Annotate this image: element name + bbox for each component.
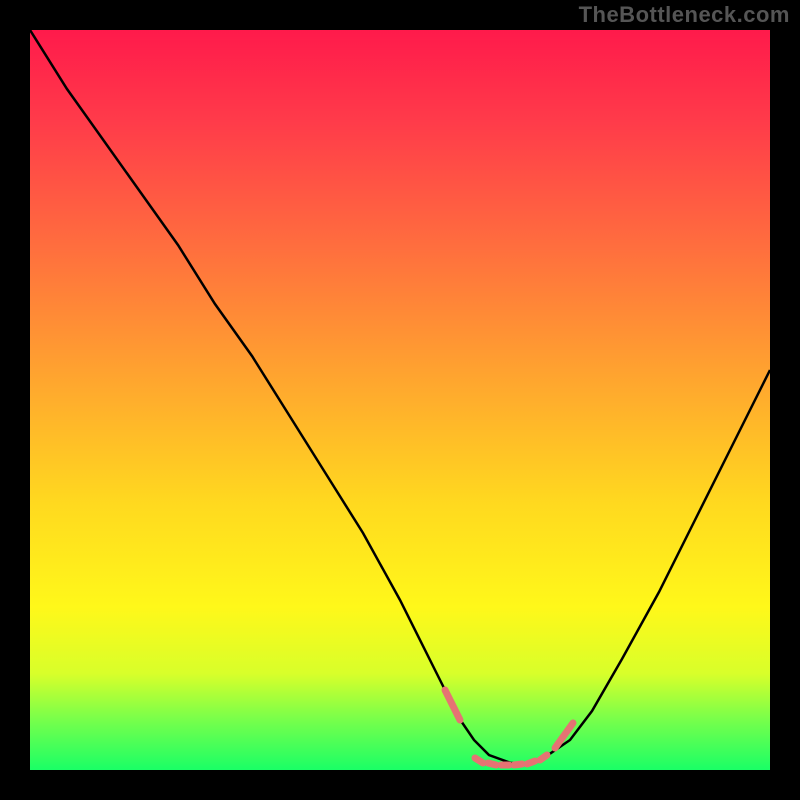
- marker-left: [445, 690, 460, 720]
- watermark-label: TheBottleneck.com: [579, 2, 790, 28]
- bottleneck-curve: [30, 30, 770, 770]
- marker-bottom-5: [527, 761, 535, 764]
- chart-frame: TheBottleneck.com: [0, 0, 800, 800]
- marker-bottom-4: [514, 764, 522, 765]
- curve-path: [30, 30, 770, 763]
- marker-bottom-2: [488, 763, 496, 765]
- marker-bottom-6: [540, 755, 547, 760]
- marker-bottom-1: [475, 758, 483, 763]
- plot-area: [30, 30, 770, 770]
